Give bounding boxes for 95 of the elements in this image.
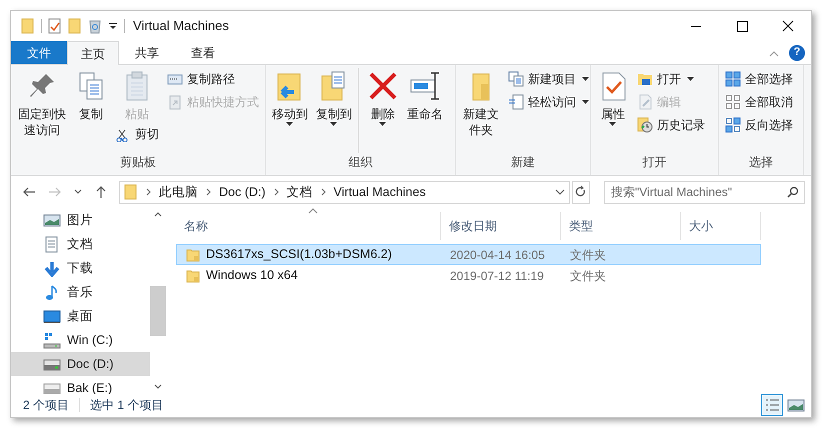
properties-icon[interactable] <box>48 18 62 34</box>
pictures-icon <box>43 212 61 228</box>
column-header[interactable]: 大小 <box>681 212 761 240</box>
sidebar-item[interactable]: Bak (E:) <box>11 376 150 394</box>
chevron-icon <box>146 188 151 196</box>
ribbon-button[interactable]: 全部取消 <box>723 91 795 113</box>
delete-icon <box>367 70 399 102</box>
ribbon-tab[interactable]: 查看 <box>175 41 231 64</box>
column-header[interactable]: 类型 <box>561 212 681 240</box>
ribbon-button[interactable]: 复制 <box>73 68 109 122</box>
sidebar-item[interactable]: 下载 <box>11 256 150 280</box>
sidebar-item[interactable]: 音乐 <box>11 280 150 304</box>
group-label: 剪贴板 <box>119 154 157 171</box>
caret-icon <box>379 122 387 127</box>
group-label: 打开 <box>642 154 668 171</box>
chevron-icon <box>206 188 211 196</box>
column-header[interactable]: 名称 <box>176 212 441 240</box>
status-text: 选中 1 个项目 <box>90 397 164 414</box>
new-item-icon <box>508 71 524 87</box>
breadcrumb[interactable]: 文档 <box>286 182 313 202</box>
sidebar-item[interactable]: Doc (D:) <box>11 352 150 376</box>
view-button[interactable] <box>761 394 783 416</box>
address-bar[interactable]: 此电脑 Doc (D:) 文档 Virtual Machines <box>119 180 570 204</box>
search-field[interactable]: 搜索"Virtual Machines" <box>604 180 805 204</box>
breadcrumb[interactable]: Virtual Machines <box>334 182 426 202</box>
ribbon-button[interactable]: 复制到 <box>314 68 354 127</box>
history-icon <box>637 117 653 133</box>
sidebar-item[interactable]: 桌面 <box>11 304 150 328</box>
status-text: 2 个项目 <box>23 397 70 414</box>
refresh-icon[interactable] <box>572 180 590 204</box>
collapse-ribbon-icon[interactable] <box>769 48 779 56</box>
ribbon-button[interactable]: 新建项目 <box>506 68 592 90</box>
dropdown-icon[interactable] <box>555 188 565 196</box>
ribbon-button[interactable]: 移动到 <box>270 68 310 127</box>
window-title: Virtual Machines <box>133 17 229 36</box>
table-cell-text: DS3617xs_SCSI(1.03b+DSM6.2) <box>206 246 392 264</box>
open-folder-icon <box>637 71 653 87</box>
ribbon-button[interactable]: 重命名 <box>405 68 445 122</box>
caret-icon <box>687 76 695 82</box>
scrollbar-thumb[interactable] <box>150 286 166 336</box>
recycle-bin-icon[interactable] <box>88 18 102 34</box>
caret-icon <box>582 76 590 82</box>
column-header[interactable]: 修改日期 <box>441 212 561 240</box>
caret-icon <box>330 122 338 127</box>
chevron-icon <box>320 188 326 196</box>
table-cell-text: 文件夹 <box>570 246 606 264</box>
invert-selection-icon <box>725 117 741 133</box>
file-row[interactable]: DS3617xs_SCSI(1.03b+DSM6.2) 2020-04-14 16:05 文件夹 <box>176 244 761 265</box>
folder-icon <box>185 246 201 262</box>
group-label: 新建 <box>510 154 536 171</box>
folder-icon <box>124 184 138 200</box>
ribbon-button[interactable]: 复制路径 <box>165 68 261 90</box>
shortcut-icon <box>167 94 183 110</box>
ribbon-button[interactable]: 新建文件夹 <box>460 68 502 138</box>
sidebar-item[interactable]: 文档 <box>11 232 150 256</box>
ribbon-button[interactable]: 轻松访问 <box>506 91 592 113</box>
search-icon[interactable] <box>787 186 799 198</box>
sidebar-item[interactable]: 图片 <box>11 208 150 232</box>
group-label: 选择 <box>748 154 774 171</box>
ribbon-button[interactable]: 打开 <box>635 68 707 90</box>
easy-access-icon <box>508 94 524 110</box>
windows-drive-icon <box>43 332 61 348</box>
sidebar-item[interactable]: Win (C:) <box>11 328 150 352</box>
ribbon-button[interactable]: 删除 <box>365 68 401 127</box>
ribbon-button[interactable]: 全部选择 <box>723 68 795 90</box>
help-button[interactable]: ? <box>789 44 805 60</box>
select-none-icon <box>725 94 741 110</box>
table-cell-text: 2020-04-14 16:05 <box>450 246 545 264</box>
group-label: 组织 <box>348 154 374 171</box>
folder-icon <box>185 268 201 284</box>
chevron-icon <box>274 188 279 196</box>
table-cell-text: Windows 10 x64 <box>206 267 298 284</box>
ribbon-button[interactable]: 属性 <box>595 68 631 127</box>
caret-icon <box>286 122 294 127</box>
file-row[interactable]: Windows 10 x64 2019-07-12 11:19 文件夹 <box>176 265 761 286</box>
ribbon-button[interactable]: 剪切 <box>113 123 161 145</box>
ribbon-button[interactable]: 固定到快速访问 <box>15 68 69 138</box>
caret-icon <box>609 122 617 127</box>
table-cell-text: 文件夹 <box>570 268 606 284</box>
breadcrumb[interactable]: Doc (D:) <box>219 182 266 202</box>
ribbon-button[interactable]: 反向选择 <box>723 114 795 136</box>
sort-ascending-icon[interactable] <box>308 208 318 214</box>
ribbon-tab[interactable]: 共享 <box>119 41 175 64</box>
edit-icon <box>637 94 653 110</box>
dropdown-icon[interactable] <box>108 21 118 31</box>
ribbon-tab[interactable]: 文件 <box>11 41 67 64</box>
breadcrumb[interactable]: 此电脑 <box>159 182 198 202</box>
ribbon-tab[interactable]: 主页 <box>67 41 119 65</box>
rename-icon <box>409 70 441 102</box>
ribbon-button[interactable]: 历史记录 <box>635 114 707 136</box>
select-all-icon <box>725 71 741 87</box>
desktop-icon <box>43 308 61 324</box>
table-cell-text: 2019-07-12 11:19 <box>450 268 544 284</box>
caret-icon <box>582 100 590 104</box>
download-icon <box>43 260 61 276</box>
